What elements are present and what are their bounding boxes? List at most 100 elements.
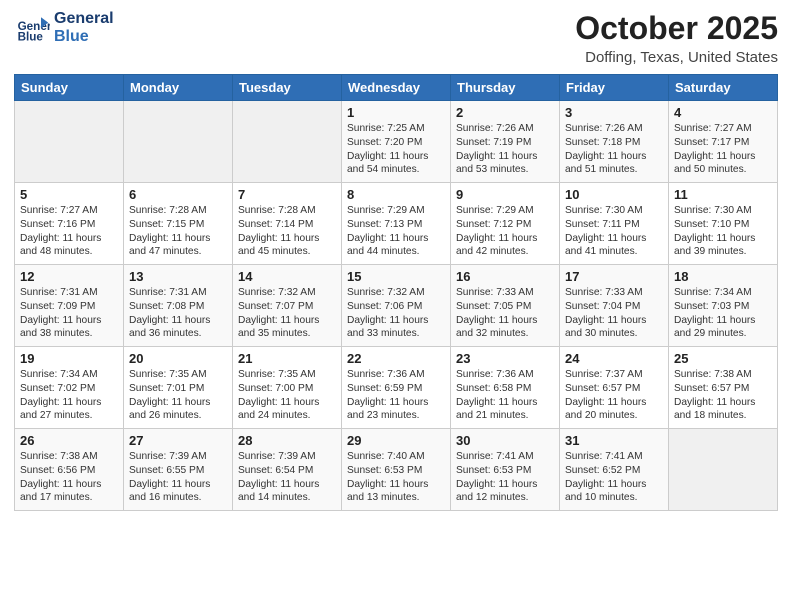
day-cell: 13 Sunrise: 7:31 AM Sunset: 7:08 PM Dayli…: [124, 265, 233, 347]
day-info: Sunrise: 7:29 AM Sunset: 7:13 PM Dayligh…: [347, 204, 445, 259]
day-cell: 20 Sunrise: 7:35 AM Sunset: 7:01 PM Dayli…: [124, 347, 233, 429]
day-cell: 26Sunrise: 7:38 AM Sunset: 6:56 PM Dayli…: [15, 429, 124, 511]
day-info: Sunrise: 7:35 AM Sunset: 7:01 PM Dayligh…: [129, 368, 227, 423]
day-cell: 18Sunrise: 7:34 AM Sunset: 7:03 PM Dayli…: [669, 265, 778, 347]
day-info: Sunrise: 7:26 AM Sunset: 7:18 PM Dayligh…: [565, 122, 663, 177]
day-cell: [15, 101, 124, 183]
day-number: 11: [674, 187, 772, 202]
day-info: Sunrise: 7:32 AM Sunset: 7:06 PM Dayligh…: [347, 286, 445, 341]
day-info: Sunrise: 7:28 AM Sunset: 7:15 PM Dayligh…: [129, 204, 227, 259]
day-info: Sunrise: 7:32 AM Sunset: 7:07 PM Dayligh…: [238, 286, 336, 341]
logo-general: General: [54, 10, 114, 28]
day-number: 24: [565, 351, 663, 366]
day-number: 9: [456, 187, 554, 202]
day-info: Sunrise: 7:37 AM Sunset: 6:57 PM Dayligh…: [565, 368, 663, 423]
day-number: 17: [565, 269, 663, 284]
day-number: 27: [129, 433, 227, 448]
day-cell: 21Sunrise: 7:35 AM Sunset: 7:00 PM Dayli…: [233, 347, 342, 429]
day-number: 29: [347, 433, 445, 448]
day-info: Sunrise: 7:41 AM Sunset: 6:52 PM Dayligh…: [565, 450, 663, 505]
day-number: 6: [129, 187, 227, 202]
header: General Blue General Blue October 2025 D…: [14, 10, 778, 66]
day-number: 22: [347, 351, 445, 366]
day-number: 25: [674, 351, 772, 366]
calendar-subtitle: Doffing, Texas, United States: [575, 49, 778, 66]
col-header-sunday: Sunday: [15, 75, 124, 101]
day-number: 21: [238, 351, 336, 366]
day-cell: 6 Sunrise: 7:28 AM Sunset: 7:15 PM Daylig…: [124, 183, 233, 265]
day-cell: 7 Sunrise: 7:28 AM Sunset: 7:14 PM Daylig…: [233, 183, 342, 265]
day-cell: 11 Sunrise: 7:30 AM Sunset: 7:10 PM Dayli…: [669, 183, 778, 265]
day-number: 4: [674, 105, 772, 120]
day-number: 13: [129, 269, 227, 284]
day-cell: 24 Sunrise: 7:37 AM Sunset: 6:57 PM Dayli…: [560, 347, 669, 429]
day-cell: 16Sunrise: 7:33 AM Sunset: 7:05 PM Dayli…: [451, 265, 560, 347]
day-cell: 29 Sunrise: 7:40 AM Sunset: 6:53 PM Dayli…: [342, 429, 451, 511]
day-number: 8: [347, 187, 445, 202]
day-cell: 3 Sunrise: 7:26 AM Sunset: 7:18 PM Daylig…: [560, 101, 669, 183]
calendar-table: SundayMondayTuesdayWednesdayThursdayFrid…: [14, 74, 778, 511]
day-info: Sunrise: 7:34 AM Sunset: 7:02 PM Dayligh…: [20, 368, 118, 423]
day-info: Sunrise: 7:28 AM Sunset: 7:14 PM Dayligh…: [238, 204, 336, 259]
week-row-5: 26Sunrise: 7:38 AM Sunset: 6:56 PM Dayli…: [15, 429, 778, 511]
day-number: 15: [347, 269, 445, 284]
day-cell: [233, 101, 342, 183]
week-row-2: 5 Sunrise: 7:27 AM Sunset: 7:16 PM Daylig…: [15, 183, 778, 265]
day-cell: 17 Sunrise: 7:33 AM Sunset: 7:04 PM Dayli…: [560, 265, 669, 347]
day-cell: 23 Sunrise: 7:36 AM Sunset: 6:58 PM Dayli…: [451, 347, 560, 429]
title-block: October 2025 Doffing, Texas, United Stat…: [575, 10, 778, 66]
day-number: 14: [238, 269, 336, 284]
day-number: 7: [238, 187, 336, 202]
day-info: Sunrise: 7:39 AM Sunset: 6:54 PM Dayligh…: [238, 450, 336, 505]
day-cell: 28 Sunrise: 7:39 AM Sunset: 6:54 PM Dayli…: [233, 429, 342, 511]
logo-blue: Blue: [54, 28, 114, 46]
day-info: Sunrise: 7:38 AM Sunset: 6:57 PM Dayligh…: [674, 368, 772, 423]
day-cell: 15 Sunrise: 7:32 AM Sunset: 7:06 PM Dayli…: [342, 265, 451, 347]
col-header-monday: Monday: [124, 75, 233, 101]
day-info: Sunrise: 7:31 AM Sunset: 7:08 PM Dayligh…: [129, 286, 227, 341]
day-number: 28: [238, 433, 336, 448]
day-cell: 19Sunrise: 7:34 AM Sunset: 7:02 PM Dayli…: [15, 347, 124, 429]
day-info: Sunrise: 7:31 AM Sunset: 7:09 PM Dayligh…: [20, 286, 118, 341]
day-number: 12: [20, 269, 118, 284]
day-number: 31: [565, 433, 663, 448]
day-cell: 4Sunrise: 7:27 AM Sunset: 7:17 PM Daylig…: [669, 101, 778, 183]
day-info: Sunrise: 7:34 AM Sunset: 7:03 PM Dayligh…: [674, 286, 772, 341]
calendar-title: October 2025: [575, 10, 778, 47]
day-cell: 30Sunrise: 7:41 AM Sunset: 6:53 PM Dayli…: [451, 429, 560, 511]
day-cell: 25 Sunrise: 7:38 AM Sunset: 6:57 PM Dayli…: [669, 347, 778, 429]
day-info: Sunrise: 7:30 AM Sunset: 7:10 PM Dayligh…: [674, 204, 772, 259]
day-info: Sunrise: 7:40 AM Sunset: 6:53 PM Dayligh…: [347, 450, 445, 505]
col-header-wednesday: Wednesday: [342, 75, 451, 101]
day-cell: 14 Sunrise: 7:32 AM Sunset: 7:07 PM Dayli…: [233, 265, 342, 347]
svg-text:Blue: Blue: [18, 31, 44, 44]
day-cell: 27 Sunrise: 7:39 AM Sunset: 6:55 PM Dayli…: [124, 429, 233, 511]
day-number: 23: [456, 351, 554, 366]
day-number: 1: [347, 105, 445, 120]
day-cell: 31 Sunrise: 7:41 AM Sunset: 6:52 PM Dayli…: [560, 429, 669, 511]
day-number: 5: [20, 187, 118, 202]
col-header-saturday: Saturday: [669, 75, 778, 101]
day-info: Sunrise: 7:27 AM Sunset: 7:16 PM Dayligh…: [20, 204, 118, 259]
day-info: Sunrise: 7:33 AM Sunset: 7:04 PM Dayligh…: [565, 286, 663, 341]
day-cell: 2Sunrise: 7:26 AM Sunset: 7:19 PM Daylig…: [451, 101, 560, 183]
day-number: 16: [456, 269, 554, 284]
day-cell: 9Sunrise: 7:29 AM Sunset: 7:12 PM Daylig…: [451, 183, 560, 265]
day-info: Sunrise: 7:38 AM Sunset: 6:56 PM Dayligh…: [20, 450, 118, 505]
day-number: 20: [129, 351, 227, 366]
day-cell: 22Sunrise: 7:36 AM Sunset: 6:59 PM Dayli…: [342, 347, 451, 429]
week-row-4: 19Sunrise: 7:34 AM Sunset: 7:02 PM Dayli…: [15, 347, 778, 429]
day-cell: 8 Sunrise: 7:29 AM Sunset: 7:13 PM Daylig…: [342, 183, 451, 265]
col-header-thursday: Thursday: [451, 75, 560, 101]
day-info: Sunrise: 7:39 AM Sunset: 6:55 PM Dayligh…: [129, 450, 227, 505]
page: General Blue General Blue October 2025 D…: [0, 0, 792, 612]
day-number: 2: [456, 105, 554, 120]
day-cell: [669, 429, 778, 511]
day-info: Sunrise: 7:41 AM Sunset: 6:53 PM Dayligh…: [456, 450, 554, 505]
logo: General Blue General Blue: [14, 10, 114, 46]
col-header-friday: Friday: [560, 75, 669, 101]
day-number: 3: [565, 105, 663, 120]
week-row-3: 12 Sunrise: 7:31 AM Sunset: 7:09 PM Dayli…: [15, 265, 778, 347]
logo-icon: General Blue: [14, 10, 50, 46]
day-info: Sunrise: 7:36 AM Sunset: 6:58 PM Dayligh…: [456, 368, 554, 423]
